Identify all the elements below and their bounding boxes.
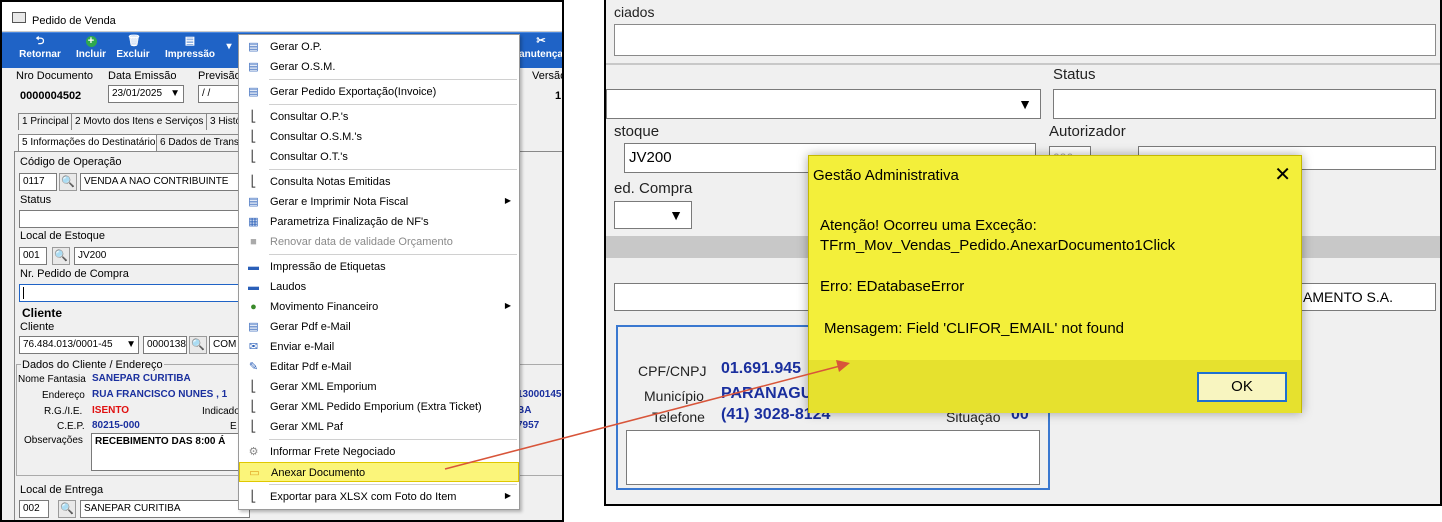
arrow-line [444,365,841,470]
annotation-arrow [444,360,850,470]
arrow-head-icon [836,360,850,372]
